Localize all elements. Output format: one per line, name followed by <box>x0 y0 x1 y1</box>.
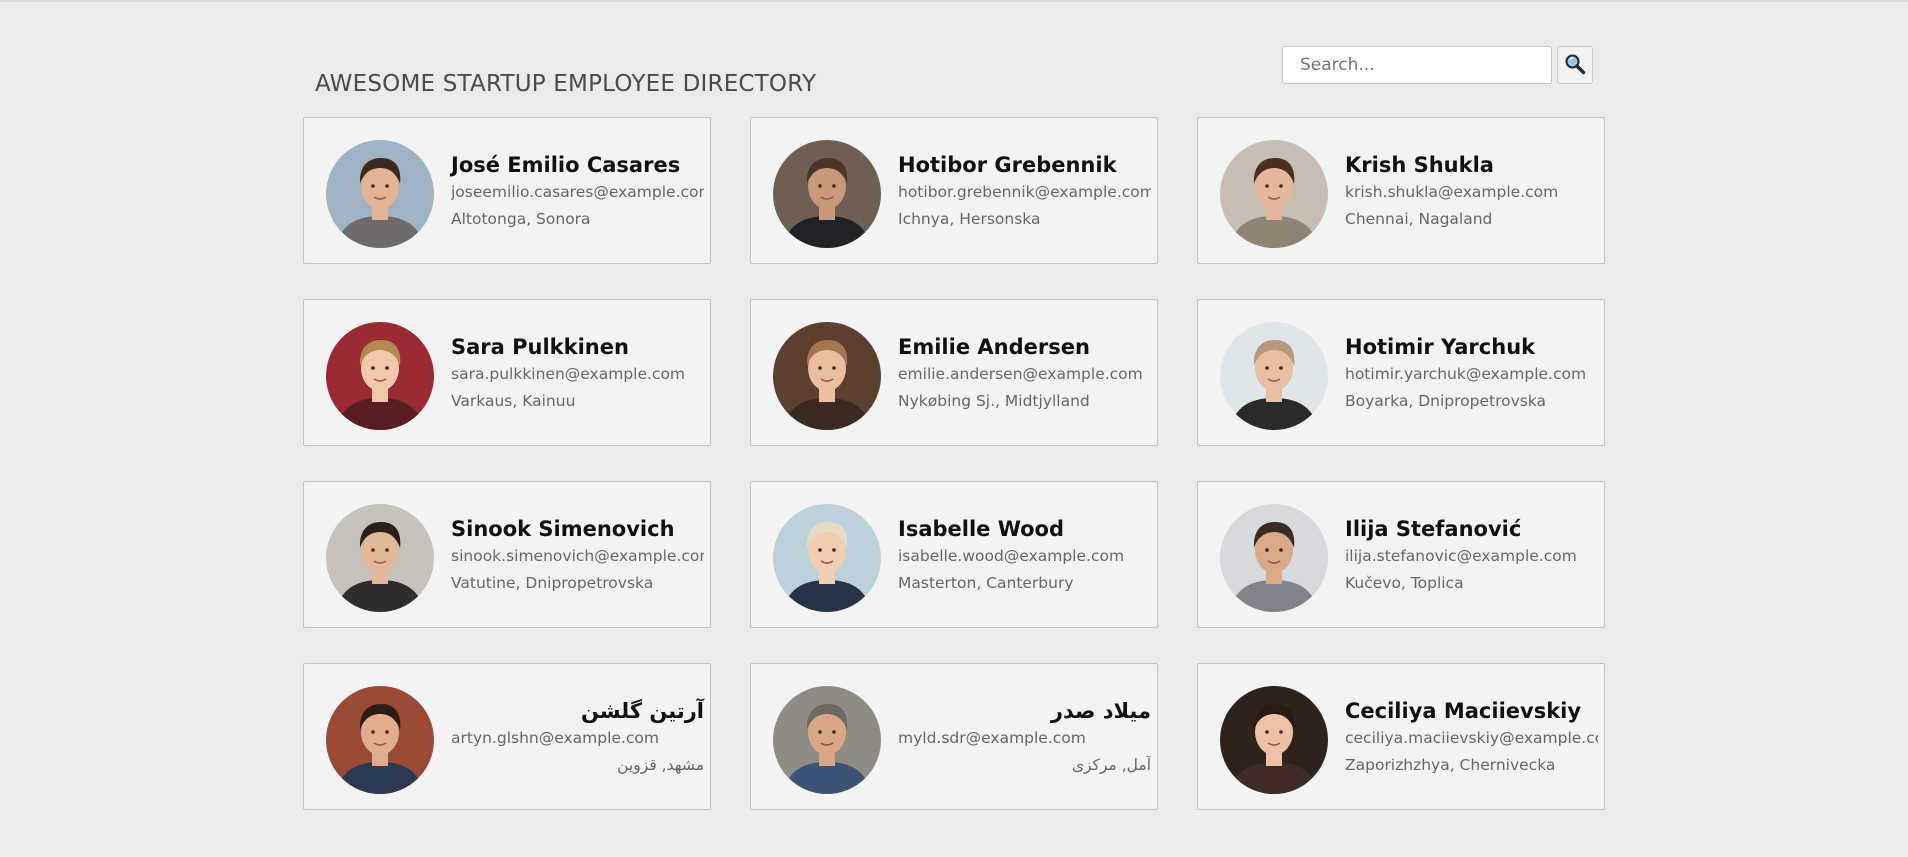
employee-email: krish.shukla@example.com <box>1345 183 1559 201</box>
employee-card[interactable]: Krish Shukla krish.shukla@example.com Chen… <box>1197 117 1605 264</box>
employee-email: sinook.simenovich@example.com <box>451 547 704 565</box>
employee-name: Emilie Andersen <box>898 335 1090 359</box>
card-info: Sinook Simenovich sinook.simenovich@examp… <box>451 515 704 597</box>
employee-email: emilie.andersen@example.com <box>898 365 1143 383</box>
employee-email: artyn.glshn@example.com <box>451 729 659 747</box>
employee-location: Masterton, Canterbury <box>898 574 1074 592</box>
employee-location: Vatutine, Dnipropetrovska <box>451 574 654 592</box>
avatar <box>1220 504 1328 612</box>
page-title: AWESOME STARTUP EMPLOYEE DIRECTORY <box>315 71 817 98</box>
employee-name: Ceciliya Maciievskiy <box>1345 699 1582 723</box>
search-form <box>1282 46 1593 86</box>
employee-card[interactable]: Ceciliya Maciievskiy ceciliya.maciievskiy… <box>1197 663 1605 810</box>
portrait-image <box>326 504 434 612</box>
avatar <box>773 140 881 248</box>
employee-location: مشهد, قزوین <box>617 756 704 774</box>
portrait-image <box>773 140 881 248</box>
page-header: AWESOME STARTUP EMPLOYEE DIRECTORY <box>303 46 1605 97</box>
portrait-image <box>773 686 881 794</box>
avatar <box>326 322 434 430</box>
employee-email: isabelle.wood@example.com <box>898 547 1125 565</box>
portrait-image <box>1220 322 1328 430</box>
employee-email: hotimir.yarchuk@example.com <box>1345 365 1587 383</box>
avatar <box>326 140 434 248</box>
card-info: Sara Pulkkinen sara.pulkkinen@example.com… <box>451 333 704 415</box>
employee-name: Sinook Simenovich <box>451 517 675 541</box>
employee-name: آرتین گلشن <box>580 699 704 723</box>
card-info: Isabelle Wood isabelle.wood@example.com Ma… <box>898 515 1151 597</box>
card-info: José Emilio Casares joseemilio.casares@ex… <box>451 151 704 233</box>
employee-email: ilija.stefanovic@example.com <box>1345 547 1577 565</box>
employee-email: joseemilio.casares@example.com <box>451 183 704 201</box>
avatar <box>773 504 881 612</box>
card-info: Emilie Andersen emilie.andersen@example.c… <box>898 333 1151 415</box>
portrait-image <box>773 504 881 612</box>
portrait-image <box>326 140 434 248</box>
employee-email: hotibor.grebennik@example.com <box>898 183 1151 201</box>
employee-card[interactable]: میلاد صدر myld.sdr@example.com آمل, مرکزی <box>750 663 1158 810</box>
avatar <box>326 686 434 794</box>
employee-name: Ilija Stefanović <box>1345 517 1522 541</box>
employee-email: ceciliya.maciievskiy@example.com <box>1345 729 1598 747</box>
employee-name: José Emilio Casares <box>451 153 681 177</box>
employee-card[interactable]: José Emilio Casares joseemilio.casares@ex… <box>303 117 711 264</box>
employee-email: sara.pulkkinen@example.com <box>451 365 686 383</box>
employee-card[interactable]: Sinook Simenovich sinook.simenovich@examp… <box>303 481 711 628</box>
employee-card[interactable]: آرتین گلشن artyn.glshn@example.com مشهد, ق… <box>303 663 711 810</box>
card-info: Hotibor Grebennik hotibor.grebennik@examp… <box>898 151 1151 233</box>
avatar <box>326 504 434 612</box>
employee-name: Sara Pulkkinen <box>451 335 629 359</box>
employee-gallery: José Emilio Casares joseemilio.casares@ex… <box>303 117 1605 810</box>
employee-card[interactable]: Ilija Stefanović ilija.stefanovic@example… <box>1197 481 1605 628</box>
employee-email: myld.sdr@example.com <box>898 729 1086 747</box>
employee-name: Isabelle Wood <box>898 517 1065 541</box>
card-info: Krish Shukla krish.shukla@example.com Chen… <box>1345 151 1598 233</box>
employee-card[interactable]: Hotibor Grebennik hotibor.grebennik@examp… <box>750 117 1158 264</box>
employee-location: Chennai, Nagaland <box>1345 210 1493 228</box>
magnifier-icon <box>1564 53 1586 78</box>
avatar <box>1220 322 1328 430</box>
employee-location: Ichnya, Hersonska <box>898 210 1041 228</box>
employee-location: Altotonga, Sonora <box>451 210 591 228</box>
employee-location: Kučevo, Toplica <box>1345 574 1464 592</box>
avatar <box>773 322 881 430</box>
avatar <box>773 686 881 794</box>
portrait-image <box>1220 140 1328 248</box>
search-input[interactable] <box>1282 46 1552 84</box>
employee-name: میلاد صدر <box>1050 699 1151 723</box>
top-border <box>0 0 1908 2</box>
employee-name: Hotimir Yarchuk <box>1345 335 1536 359</box>
employee-card[interactable]: Hotimir Yarchuk hotimir.yarchuk@example.c… <box>1197 299 1605 446</box>
avatar <box>1220 140 1328 248</box>
employee-card[interactable]: Emilie Andersen emilie.andersen@example.c… <box>750 299 1158 446</box>
employee-location: آمل, مرکزی <box>1071 756 1151 774</box>
card-info: Ilija Stefanović ilija.stefanovic@example… <box>1345 515 1598 597</box>
card-info: میلاد صدر myld.sdr@example.com آمل, مرکزی <box>898 697 1151 779</box>
card-info: Ceciliya Maciievskiy ceciliya.maciievskiy… <box>1345 697 1598 779</box>
portrait-image <box>326 686 434 794</box>
search-button[interactable] <box>1557 46 1593 84</box>
employee-location: Zaporizhzhya, Chernivecka <box>1345 756 1556 774</box>
portrait-image <box>326 322 434 430</box>
employee-location: Nykøbing Sj., Midtjylland <box>898 392 1090 410</box>
employee-location: Boyarka, Dnipropetrovska <box>1345 392 1547 410</box>
card-info: آرتین گلشن artyn.glshn@example.com مشهد, ق… <box>451 697 704 779</box>
employee-name: Krish Shukla <box>1345 153 1494 177</box>
employee-card[interactable]: Sara Pulkkinen sara.pulkkinen@example.com… <box>303 299 711 446</box>
employee-location: Varkaus, Kainuu <box>451 392 576 410</box>
portrait-image <box>773 322 881 430</box>
portrait-image <box>1220 686 1328 794</box>
employee-name: Hotibor Grebennik <box>898 153 1117 177</box>
card-info: Hotimir Yarchuk hotimir.yarchuk@example.c… <box>1345 333 1598 415</box>
avatar <box>1220 686 1328 794</box>
portrait-image <box>1220 504 1328 612</box>
employee-card[interactable]: Isabelle Wood isabelle.wood@example.com Ma… <box>750 481 1158 628</box>
